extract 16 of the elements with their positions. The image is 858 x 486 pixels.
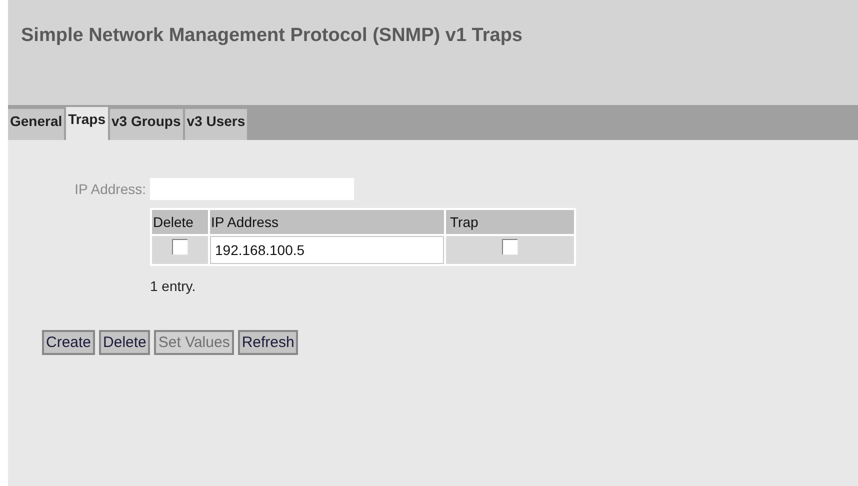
checkbox[interactable]: [502, 239, 518, 255]
ip-address-cell[interactable]: 192.168.100.5: [210, 236, 444, 264]
entry-count: 1 entry.: [150, 277, 197, 296]
action-button[interactable]: Refresh: [238, 330, 298, 355]
checkbox[interactable]: [172, 239, 188, 255]
window-title: Simple Network Management Protocol (SNMP) v1 Traps: [21, 24, 524, 48]
tab[interactable]: Traps: [66, 107, 108, 140]
tab[interactable]: v3 Groups: [110, 109, 183, 140]
field-label: IP Address:: [74, 180, 146, 198]
tab[interactable]: v3 Users: [184, 109, 248, 140]
column-header: Trap: [446, 210, 574, 234]
action-button[interactable]: Delete: [99, 330, 150, 355]
column-header: Delete: [152, 210, 208, 234]
column-header: IP Address: [210, 210, 444, 234]
action-button[interactable]: Create: [42, 330, 96, 355]
tab[interactable]: General: [8, 109, 64, 140]
